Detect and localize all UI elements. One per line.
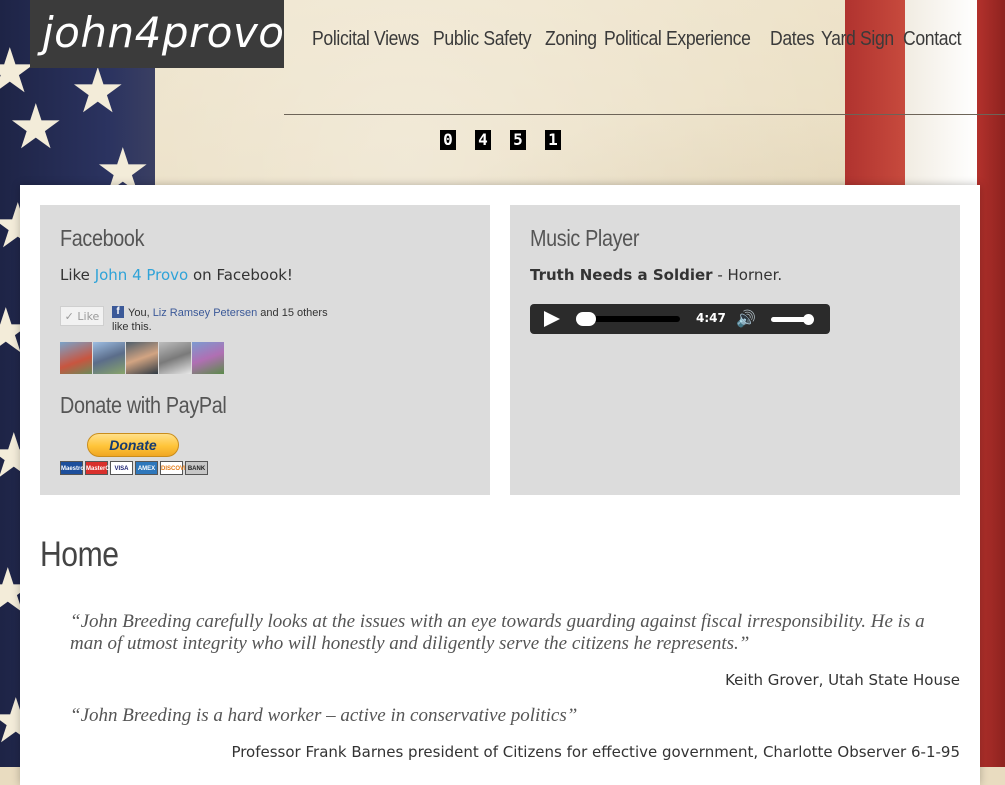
facebook-like-widget: ✓ Like f You, Liz Ramsey Petersen and 15 … bbox=[60, 306, 470, 334]
audio-player: 4:47 🔊 bbox=[530, 304, 830, 334]
paypal-heading: Donate with PayPal bbox=[60, 392, 227, 418]
volume-icon[interactable]: 🔊 bbox=[736, 309, 756, 328]
star-icon: ★ bbox=[70, 54, 126, 127]
song-artist: - Horner. bbox=[712, 266, 783, 284]
amex-card-icon: AMEX bbox=[135, 461, 158, 475]
play-icon[interactable] bbox=[544, 311, 560, 327]
facebook-like-line: Like John 4 Provo on Facebook! bbox=[60, 266, 470, 284]
counter-digit: 5 bbox=[510, 130, 526, 150]
facebook-friend-link[interactable]: Liz Ramsey Petersen bbox=[153, 307, 258, 319]
site-logo[interactable]: john4provo bbox=[30, 0, 284, 68]
counter-digit: 0 bbox=[440, 130, 456, 150]
nav-item-political-views[interactable]: Policital Views bbox=[312, 28, 419, 51]
progress-handle[interactable] bbox=[576, 312, 596, 326]
facebook-icon: f bbox=[112, 306, 124, 318]
facebook-heading: Facebook bbox=[60, 225, 145, 251]
avatar[interactable] bbox=[93, 342, 125, 374]
nav-item-dates[interactable]: Dates bbox=[770, 28, 815, 51]
nav-item-yard-sign[interactable]: Yard Sign bbox=[821, 28, 894, 51]
nav-item-public-safety[interactable]: Public Safety bbox=[433, 28, 531, 51]
bank-icon: BANK bbox=[185, 461, 208, 475]
testimonial-quote: “John Breeding is a hard worker – active… bbox=[70, 705, 578, 726]
avatar[interactable] bbox=[60, 342, 92, 374]
discover-card-icon: DISCOVER bbox=[160, 461, 192, 475]
avatar[interactable] bbox=[126, 342, 158, 374]
song-info: Truth Needs a Soldier - Horner. bbox=[530, 266, 940, 284]
main-nav: Policital Views Public Safety Zoning Pol… bbox=[312, 28, 962, 51]
testimonial-attribution: Professor Frank Barnes president of Citi… bbox=[231, 743, 960, 761]
donate-button[interactable]: Donate bbox=[87, 433, 179, 457]
facebook-like-prefix: Like bbox=[60, 266, 95, 284]
counter-digit: 4 bbox=[475, 130, 491, 150]
facebook-faces bbox=[60, 342, 470, 374]
progress-slider[interactable] bbox=[576, 312, 680, 326]
nav-item-contact[interactable]: Contact bbox=[903, 28, 962, 51]
header-divider bbox=[284, 114, 1005, 115]
flag-stripe-red-edge bbox=[977, 0, 1005, 767]
maestro-card-icon: Maestro bbox=[60, 461, 84, 475]
music-player-heading: Music Player bbox=[530, 225, 640, 251]
avatar[interactable] bbox=[159, 342, 191, 374]
visa-card-icon: VISA bbox=[110, 461, 133, 475]
facebook-like-text-prefix: You, bbox=[128, 307, 153, 319]
nav-item-zoning[interactable]: Zoning bbox=[545, 28, 597, 51]
main-content: Facebook Like John 4 Provo on Facebook! … bbox=[20, 185, 980, 785]
page-title: Home bbox=[40, 535, 119, 574]
facebook-like-suffix: on Facebook! bbox=[188, 266, 293, 284]
star-icon: ★ bbox=[8, 90, 64, 163]
sidebar-panel-right: Music Player Truth Needs a Soldier - Hor… bbox=[510, 205, 960, 495]
counter-digit: 1 bbox=[545, 130, 561, 150]
avatar[interactable] bbox=[192, 342, 224, 374]
facebook-like-count: f You, Liz Ramsey Petersen and 15 others … bbox=[112, 306, 342, 334]
volume-slider[interactable] bbox=[771, 314, 814, 325]
song-title: Truth Needs a Soldier bbox=[530, 266, 713, 284]
nav-item-political-experience[interactable]: Political Experience bbox=[604, 28, 751, 51]
facebook-like-label: Like bbox=[77, 310, 100, 323]
testimonial-quote: “John Breeding carefully looks at the is… bbox=[70, 611, 925, 654]
facebook-page-link[interactable]: John 4 Provo bbox=[95, 266, 189, 284]
payment-cards: Maestro MasterCard VISA AMEX DISCOVER BA… bbox=[60, 461, 470, 475]
visitor-counter: 0 4 5 1 bbox=[440, 130, 561, 150]
testimonial-attribution: Keith Grover, Utah State House bbox=[725, 671, 960, 689]
facebook-like-button[interactable]: ✓ Like bbox=[60, 306, 104, 326]
volume-handle[interactable] bbox=[803, 314, 814, 325]
mastercard-icon: MasterCard bbox=[85, 461, 119, 475]
track-duration: 4:47 bbox=[696, 311, 726, 325]
sidebar-panel-left: Facebook Like John 4 Provo on Facebook! … bbox=[40, 205, 490, 495]
